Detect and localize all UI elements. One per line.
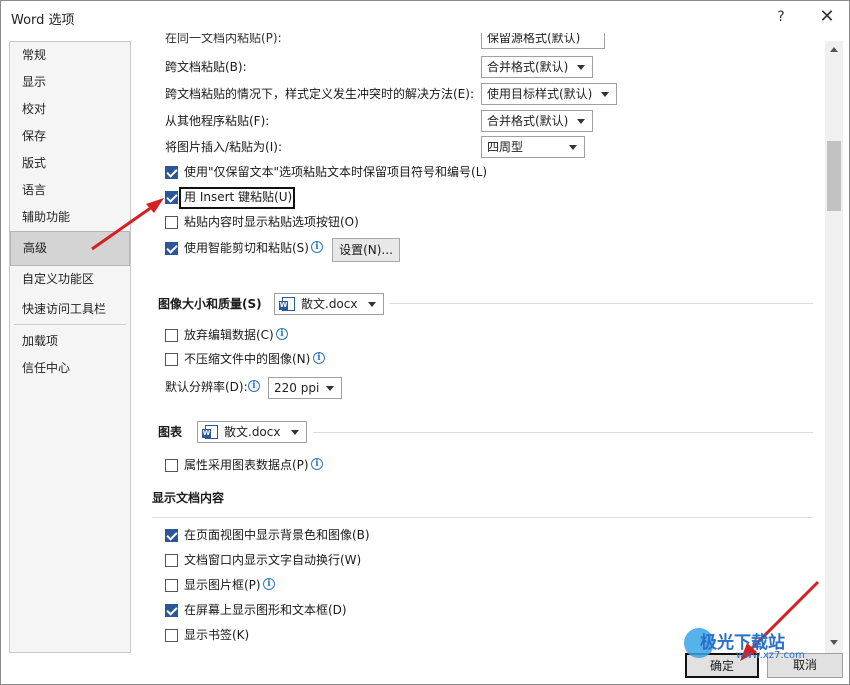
show-bg-colors-checkbox[interactable]	[165, 529, 178, 542]
chevron-down-icon	[601, 92, 609, 97]
show-drawings-label: 在屏幕上显示图形和文本框(D)	[184, 603, 347, 617]
chart-properties-checkbox[interactable]	[165, 459, 178, 472]
chevron-down-icon	[291, 430, 299, 435]
sidebar-item-trust-center[interactable]: 信任中心	[10, 355, 130, 381]
chart-section-title: 图表	[158, 425, 183, 439]
scroll-down-arrow-icon[interactable]	[825, 633, 843, 651]
discard-edit-data-checkbox[interactable]	[165, 329, 178, 342]
chevron-down-icon	[368, 302, 376, 307]
sidebar-item-customize-ribbon[interactable]: 自定义功能区	[10, 266, 130, 292]
sidebar-item-display[interactable]: 显示	[10, 69, 130, 95]
insert-picture-dropdown[interactable]: 四周型	[481, 136, 585, 158]
insert-picture-value: 四周型	[487, 140, 524, 154]
keep-bullets-label: 使用"仅保留文本"选项粘贴文本时保留项目符号和编号(L)	[184, 165, 488, 179]
cross-doc-paste-dropdown[interactable]: 合并格式(默认)	[481, 56, 593, 78]
chevron-down-icon	[577, 65, 585, 70]
paste-within-doc-value: 保留源格式(默认)	[487, 33, 581, 45]
no-compress-images-label: 不压缩文件中的图像(N)	[184, 352, 311, 366]
close-icon[interactable]: ✕	[813, 5, 841, 29]
style-conflict-value: 使用目标样式(默认)	[487, 87, 593, 101]
default-resolution-value: 220 ppi	[274, 381, 320, 395]
chart-properties-label: 属性采用图表数据点(P)	[184, 458, 309, 472]
chevron-down-icon	[326, 386, 334, 391]
other-program-paste-label: 从其他程序粘贴(F):	[165, 114, 270, 128]
no-compress-images-checkbox[interactable]	[165, 353, 178, 366]
wrap-text-label: 文档窗口内显示文字自动换行(W)	[184, 553, 362, 567]
chart-document-dropdown[interactable]: 散文.docx	[197, 421, 307, 443]
smart-cut-paste-label: 使用智能剪切和粘贴(S)	[184, 241, 309, 255]
scrollbar-thumb[interactable]	[827, 141, 841, 211]
section-divider	[313, 432, 813, 433]
sidebar-item-add-ins[interactable]: 加载项	[10, 328, 130, 354]
discard-edit-data-label: 放弃编辑数据(C)	[184, 328, 274, 342]
info-icon: i	[263, 578, 275, 590]
info-icon: i	[311, 241, 323, 253]
insert-picture-label: 将图片插入/粘贴为(I):	[165, 140, 282, 154]
default-resolution-dropdown[interactable]: 220 ppi	[268, 377, 342, 399]
sidebar-item-proofing[interactable]: 校对	[10, 96, 130, 122]
scroll-up-arrow-icon[interactable]	[825, 41, 843, 59]
show-paste-options-label: 粘贴内容时显示粘贴选项按钮(O)	[184, 215, 359, 229]
watermark-url: www.xz7.com	[736, 650, 805, 661]
info-icon: i	[276, 328, 288, 340]
word-document-icon	[202, 425, 218, 439]
insert-key-paste-label: 用 Insert 键粘贴(U)	[184, 190, 293, 204]
info-icon: i	[311, 458, 323, 470]
sidebar-divider	[14, 324, 126, 325]
other-program-paste-dropdown[interactable]: 合并格式(默认)	[481, 110, 593, 132]
chevron-down-icon	[577, 119, 585, 124]
help-icon[interactable]: ?	[767, 5, 795, 29]
image-quality-document-dropdown[interactable]: 散文.docx	[274, 293, 384, 315]
image-quality-section-title: 图像大小和质量(S)	[158, 297, 262, 311]
chart-document-value: 散文.docx	[224, 425, 281, 439]
info-icon: i	[248, 380, 260, 392]
section-divider	[389, 303, 813, 304]
paste-within-doc-dropdown[interactable]: 保留源格式(默认)	[481, 33, 605, 49]
dialog-title: Word 选项	[11, 13, 75, 28]
sidebar-item-language[interactable]: 语言	[10, 177, 130, 203]
show-bookmarks-label: 显示书签(K)	[184, 628, 250, 642]
picture-placeholders-checkbox[interactable]	[165, 579, 178, 592]
info-icon: i	[313, 352, 325, 364]
show-bookmarks-checkbox[interactable]	[165, 629, 178, 642]
sidebar-item-general[interactable]: 常规	[10, 42, 130, 68]
vertical-scrollbar[interactable]	[825, 41, 843, 653]
word-options-dialog: Word 选项 ? ✕ 常规 显示 校对 保存 版式 语言 辅助功能 高级 自定…	[0, 0, 850, 685]
style-conflict-dropdown[interactable]: 使用目标样式(默认)	[481, 83, 617, 105]
other-program-paste-value: 合并格式(默认)	[487, 114, 569, 128]
display-content-section-title: 显示文档内容	[152, 491, 225, 505]
advanced-options-pane: 在同一文档内粘贴(P): 保留源格式(默认) 跨文档粘贴(B): 合并格式(默认…	[139, 33, 823, 653]
word-document-icon	[279, 297, 295, 311]
cross-doc-paste-value: 合并格式(默认)	[487, 60, 569, 74]
show-bg-colors-label: 在页面视图中显示背景色和图像(B)	[184, 528, 370, 542]
default-resolution-label: 默认分辨率(D):	[165, 380, 248, 394]
options-sidebar: 常规 显示 校对 保存 版式 语言 辅助功能 高级 自定义功能区 快速访问工具栏…	[9, 41, 131, 653]
show-drawings-checkbox[interactable]	[165, 604, 178, 617]
keep-bullets-checkbox[interactable]	[165, 166, 178, 179]
insert-key-paste-checkbox[interactable]	[165, 191, 178, 204]
section-divider	[152, 517, 813, 518]
image-quality-document-value: 散文.docx	[301, 297, 358, 311]
picture-placeholders-label: 显示图片框(P)	[184, 578, 261, 592]
sidebar-item-save[interactable]: 保存	[10, 123, 130, 149]
sidebar-item-quick-access-toolbar[interactable]: 快速访问工具栏	[10, 296, 130, 322]
chevron-down-icon	[569, 145, 577, 150]
paste-within-doc-label: 在同一文档内粘贴(P):	[165, 33, 282, 45]
sidebar-item-accessibility[interactable]: 辅助功能	[10, 204, 130, 230]
title-bar: Word 选项 ? ✕	[1, 1, 849, 33]
show-paste-options-checkbox[interactable]	[165, 216, 178, 229]
sidebar-item-layout[interactable]: 版式	[10, 150, 130, 176]
wrap-text-checkbox[interactable]	[165, 554, 178, 567]
smart-paste-settings-button[interactable]: 设置(N)...	[332, 238, 400, 262]
style-conflict-label: 跨文档粘贴的情况下，样式定义发生冲突时的解决方法(E):	[165, 87, 474, 101]
smart-cut-paste-checkbox[interactable]	[165, 242, 178, 255]
sidebar-item-advanced[interactable]: 高级	[10, 231, 130, 266]
cross-doc-paste-label: 跨文档粘贴(B):	[165, 60, 247, 74]
